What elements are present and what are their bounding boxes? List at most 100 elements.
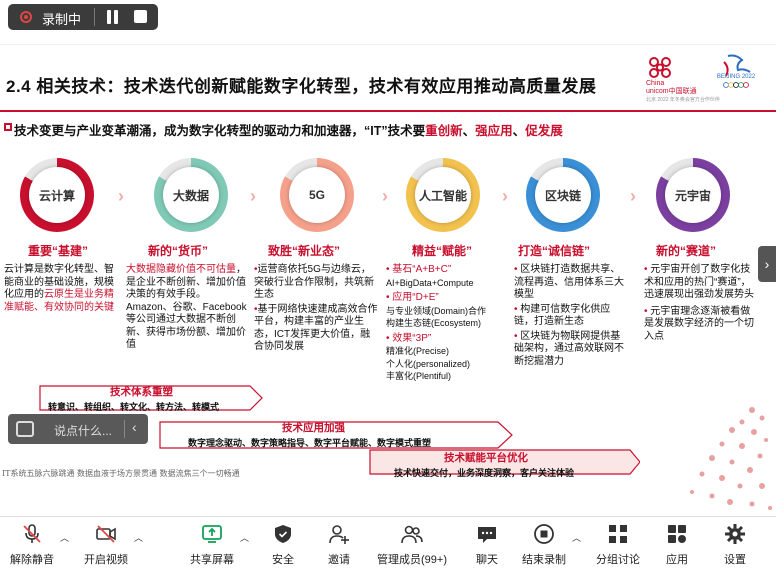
chevron-right-icon: › [250, 186, 256, 206]
caption-icon[interactable] [16, 421, 34, 437]
chevron-left-icon[interactable]: ‹ [132, 419, 137, 435]
subtitle-emph-1: 重创新 [425, 124, 463, 138]
start-video-label: 开启视频 [84, 554, 128, 566]
pillar-head-5g: 致胜“新业态” [268, 244, 341, 258]
footer-note: IT系统五脉六脉跳通 数据血液于场方景贯通 数据流焦三个一切畅通 [2, 469, 240, 478]
invite-label: 邀请 [328, 554, 350, 566]
members-icon [401, 525, 423, 544]
breakout-rooms-button[interactable]: 分组讨论 [592, 523, 644, 573]
manage-members-label: 管理成员(99+) [377, 554, 447, 566]
pillar-text-blockchain: • 区块链打造数据共享、流程再造、信用体系三大模型 • 构建可信数字化供应链，打… [514, 264, 624, 368]
subtitle-sep-1: 、 [462, 124, 476, 138]
chevron-up-icon[interactable]: ︿ [240, 531, 249, 544]
band-text-2: 数字理念驱动、数字策略指导、数字平台赋能、数字模式重塑 [188, 438, 432, 448]
share-screen-button[interactable]: 共享屏幕 [186, 523, 238, 573]
band-title-2: 技术应用加强 [282, 422, 345, 434]
chevron-up-icon[interactable]: ︿ [572, 531, 581, 544]
divider [124, 420, 125, 438]
subtitle-sep-2: 、 [512, 124, 526, 138]
pillar-name-5g: 5G [289, 167, 345, 223]
share-screen-icon [202, 525, 222, 543]
list-item-detail: 与专业领域(Domain)合作 构建生态链(Ecosystem) [386, 305, 487, 329]
list-item: • 元宇宙开创了数字化技术和应用的热门“赛道”，迅速展现出强劲发展势头 [644, 264, 754, 300]
slide-top-line [0, 44, 776, 45]
chevron-up-icon[interactable]: ︿ [134, 531, 143, 544]
pause-recording-icon[interactable] [106, 10, 120, 24]
pillar-name-blockchain: 区块链 [535, 167, 591, 223]
recording-pill: 录制中 [8, 4, 158, 30]
pillar-ring-cloud: 云计算 [20, 158, 94, 232]
pillar-ring-blockchain: 区块链 [526, 158, 600, 232]
pillar-name-ai: 人工智能 [415, 167, 471, 223]
unmute-button[interactable]: 解除静音 [6, 523, 58, 573]
chat-caption-bar[interactable]: 说点什么... ‹ [8, 414, 148, 444]
chevron-up-icon[interactable]: ︿ [60, 531, 69, 544]
slide-title: 2.4 相关技术：技术迭代创新赋能数字化转型，技术有效应用推动高质量发展 [6, 77, 597, 96]
band-text-1: 转意识、转组织、转文化、转方法、转模式 [48, 402, 220, 412]
end-recording-button[interactable]: 结束录制 [518, 523, 570, 573]
unmute-label: 解除静音 [10, 554, 54, 566]
manage-members-button[interactable]: 管理成员(99+) [372, 523, 452, 573]
title-rule [0, 110, 776, 112]
pillar-text-cloud: 云计算是数字化转型、智能商业的基础设施，规模化应用的云原生是业务精准赋能、有效协… [4, 264, 122, 314]
slide-subtitle: 技术变更与产业变革潮涌，成为数字化转型的驱动力和加速器，“IT”技术要重创新、强… [14, 120, 563, 139]
subtitle-prefix: 技术变更与产业变革潮涌，成为数字化转型的驱动力和加速器，“IT”技术要 [14, 124, 426, 138]
pillar-text-bigdata-black: ，是企业不断创新、增加价值决策的有效手段。Amazon、谷歌、Facebook等… [126, 264, 247, 350]
list-item: • 元宇宙理念逐渐被看做是发展数字经济的一个切入点 [644, 305, 754, 342]
settings-button[interactable]: 设置 [718, 523, 752, 573]
pillar-head-blockchain: 打造“诚信链” [518, 244, 591, 258]
chevron-right-icon[interactable]: › [758, 246, 776, 282]
invite-icon [329, 525, 349, 544]
share-screen-label: 共享屏幕 [190, 554, 234, 566]
chevron-right-icon: › [382, 186, 388, 206]
start-video-button[interactable]: 开启视频 [78, 523, 134, 573]
security-label: 安全 [272, 554, 294, 566]
security-button[interactable]: 安全 [266, 523, 300, 573]
unicom-text-2: unicom中国联通 [646, 88, 697, 95]
pillar-name-bigdata: 大数据 [163, 167, 219, 223]
camera-off-icon [96, 525, 116, 543]
apps-label: 应用 [666, 554, 688, 566]
pillar-text-bigdata: 大数据隐藏价值不可估量，是企业不断创新、增加价值决策的有效手段。Amazon、谷… [126, 264, 248, 352]
record-indicator-icon [20, 11, 32, 23]
pillar-ring-bigdata: 大数据 [154, 158, 228, 232]
beijing-2022-logo: BEIJING 2022 [717, 54, 756, 88]
list-item: • 构建可信数字化供应链，打造新生态 [514, 303, 611, 328]
list-item: • 基石“A+B+C” [386, 264, 452, 275]
shield-icon [275, 525, 291, 543]
logo-area: China unicom中国联通 BEIJING 2022 北京 2022 年冬… [640, 48, 770, 106]
pillar-text-metaverse: • 元宇宙开创了数字化技术和应用的热门“赛道”，迅速展现出强劲发展势头 • 元宇… [644, 264, 754, 343]
divider [94, 8, 95, 26]
chat-label: 聊天 [476, 554, 498, 566]
pillar-head-bigdata: 新的“货币” [148, 244, 209, 258]
list-item-detail: AI+BigData+Compute [386, 277, 474, 288]
list-item: •基于网络快速建成高效合作平台，构建丰富的产业生态，ICT发挥更大价值，融合协同… [254, 303, 378, 353]
logo-caption: 北京 2022 年冬奥会官方合作伙伴 [646, 97, 720, 103]
china-unicom-logo [649, 57, 671, 78]
pillar-head-cloud: 重要“基建” [28, 244, 89, 258]
breakout-rooms-label: 分组讨论 [596, 554, 640, 566]
list-item: • 效果“3P” [386, 332, 432, 344]
pillar-ring-metaverse: 元宇宙 [656, 158, 730, 232]
settings-label: 设置 [724, 554, 746, 566]
stop-recording-icon[interactable] [134, 10, 147, 23]
gear-icon [725, 524, 745, 544]
subtitle-marker-icon [4, 123, 12, 131]
pillar-head-metaverse: 新的“赛道” [656, 244, 717, 258]
list-item: • 应用“D+E” [386, 292, 439, 303]
breakout-icon [609, 525, 627, 543]
chevron-right-icon: › [630, 186, 636, 206]
pillar-head-ai: 精益“赋能” [412, 244, 473, 258]
olympic-text: BEIJING 2022 [717, 74, 756, 80]
pillar-ring-ai: 人工智能 [406, 158, 480, 232]
band-title-3: 技术赋能平台优化 [444, 452, 528, 464]
invite-button[interactable]: 邀请 [322, 523, 356, 573]
chat-button[interactable]: 聊天 [470, 523, 504, 573]
caption-input-placeholder[interactable]: 说点什么... [54, 422, 112, 439]
shared-slide: 2.4 相关技术：技术迭代创新赋能数字化转型，技术有效应用推动高质量发展 Chi… [0, 34, 776, 516]
pillar-text-ai: • 基石“A+B+C” AI+BigData+Compute • 应用“D+E”… [386, 264, 506, 383]
apps-button[interactable]: 应用 [660, 523, 694, 573]
apps-icon [668, 525, 686, 543]
list-item: • 区块链打造数据共享、流程再造、信用体系三大模型 [514, 264, 624, 300]
meeting-toolbar: 解除静音 ︿ 开启视频 ︿ 共享屏幕 ︿ 安全 邀请 管理成员(99+) 聊天 … [0, 516, 776, 576]
